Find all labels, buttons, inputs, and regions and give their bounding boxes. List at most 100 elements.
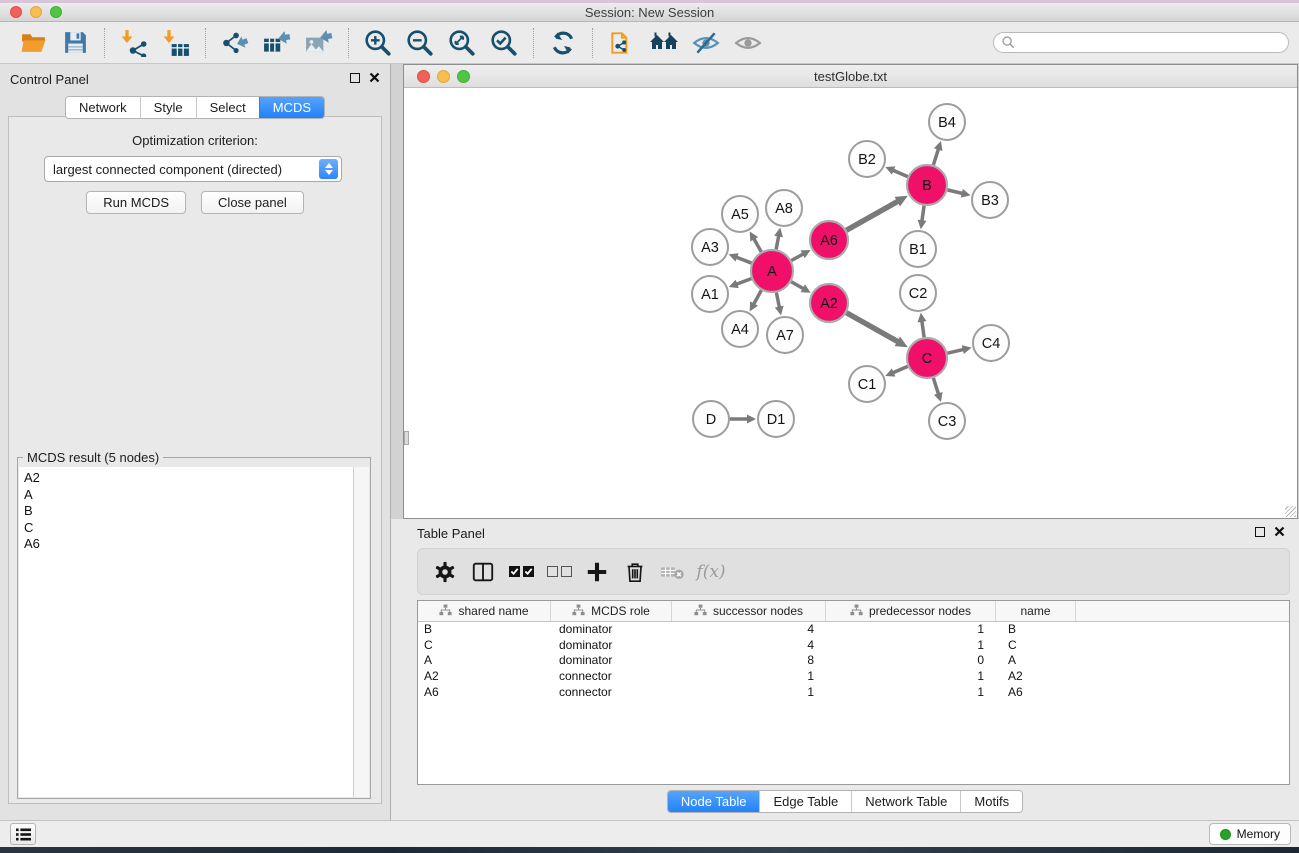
edge-C-C2[interactable] — [918, 313, 927, 323]
node-A7[interactable]: A7 — [767, 317, 803, 353]
node-B[interactable]: B — [907, 165, 947, 205]
cell-shared-name[interactable]: A — [418, 653, 551, 669]
node-A2[interactable]: A2 — [810, 284, 848, 322]
search-field[interactable] — [993, 32, 1289, 53]
import-network-icon[interactable] — [119, 28, 149, 58]
new-network-from-selection-icon[interactable] — [607, 28, 637, 58]
save-session-icon[interactable] — [60, 28, 90, 58]
zoom-selected-icon[interactable] — [489, 28, 519, 58]
mcds-result-list[interactable]: A2ABCA6 — [19, 467, 354, 797]
network-canvas[interactable]: AA1A2A3A4A5A6A7A8BB1B2B3B4CC1C2C3C4DD1 — [404, 89, 1297, 518]
column-header-MCDS-role[interactable]: MCDS role — [551, 601, 672, 621]
home-icon[interactable] — [649, 28, 679, 58]
cell-MCDS-role[interactable]: dominator — [551, 622, 672, 638]
edge-A-A7[interactable] — [775, 306, 784, 316]
zoom-in-icon[interactable] — [363, 28, 393, 58]
mcds-result-item[interactable]: A6 — [24, 536, 353, 553]
cell-MCDS-role[interactable]: dominator — [551, 653, 672, 669]
node-A[interactable]: A — [751, 250, 793, 292]
maximize-window-button[interactable] — [50, 6, 62, 18]
network-window[interactable]: testGlobe.txt AA1A2A3A4A5A6A7A8BB1B2B3B4… — [403, 64, 1298, 519]
node-C3[interactable]: C3 — [929, 403, 965, 439]
delete-column-trash-icon[interactable] — [620, 557, 650, 587]
split-columns-icon[interactable] — [468, 557, 498, 587]
tab-style[interactable]: Style — [140, 97, 196, 118]
edge-D-D1[interactable] — [747, 415, 756, 424]
cell-shared-name[interactable]: A2 — [418, 669, 551, 685]
node-B3[interactable]: B3 — [972, 182, 1008, 218]
node-C2[interactable]: C2 — [900, 275, 936, 311]
memory-button[interactable]: Memory — [1209, 823, 1291, 845]
float-table-panel-icon[interactable] — [1255, 527, 1265, 537]
minimize-window-button[interactable] — [30, 6, 42, 18]
table-row[interactable]: Bdominator41B — [418, 622, 1289, 638]
cell-shared-name[interactable]: B — [418, 622, 551, 638]
close-panel-icon[interactable] — [369, 72, 380, 83]
task-history-button[interactable] — [10, 823, 36, 845]
cell-successor-nodes[interactable]: 4 — [672, 622, 826, 638]
node-B2[interactable]: B2 — [849, 141, 885, 177]
mcds-result-item[interactable]: C — [24, 520, 353, 537]
table-row[interactable]: Adominator80A — [418, 653, 1289, 669]
node-A1[interactable]: A1 — [692, 276, 728, 312]
export-table-icon[interactable] — [262, 28, 292, 58]
close-table-panel-icon[interactable] — [1274, 526, 1285, 537]
edge-A-A8[interactable] — [774, 228, 783, 238]
select-all-checkboxes-icon[interactable] — [506, 557, 536, 587]
column-header-shared-name[interactable]: shared name — [418, 601, 551, 621]
cell-predecessor-nodes[interactable]: 1 — [826, 622, 996, 638]
table-row[interactable]: A6connector11A6 — [418, 685, 1289, 701]
search-input[interactable] — [1016, 36, 1288, 50]
function-builder-icon[interactable]: f(x) — [696, 557, 726, 587]
import-table-icon[interactable] — [161, 28, 191, 58]
node-A4[interactable]: A4 — [722, 311, 758, 347]
cell-successor-nodes[interactable]: 1 — [672, 685, 826, 701]
hide-selection-eye-icon[interactable] — [691, 28, 721, 58]
tab-motifs[interactable]: Motifs — [960, 791, 1022, 812]
cell-name[interactable]: A6 — [996, 685, 1076, 701]
delete-table-icon[interactable] — [658, 557, 688, 587]
tab-select[interactable]: Select — [196, 97, 259, 118]
export-image-icon[interactable] — [304, 28, 334, 58]
column-header-name[interactable]: name — [996, 601, 1076, 621]
column-header-predecessor-nodes[interactable]: predecessor nodes — [826, 601, 996, 621]
float-panel-icon[interactable] — [350, 73, 360, 83]
node-D1[interactable]: D1 — [758, 401, 794, 437]
tab-edge-table[interactable]: Edge Table — [759, 791, 851, 812]
node-C[interactable]: C — [907, 338, 947, 378]
titlebar[interactable]: Session: New Session — [0, 3, 1299, 22]
table-row[interactable]: Cdominator41C — [418, 638, 1289, 654]
node-table[interactable]: shared nameMCDS rolesuccessor nodesprede… — [417, 600, 1290, 785]
cell-predecessor-nodes[interactable]: 1 — [826, 685, 996, 701]
cell-MCDS-role[interactable]: dominator — [551, 638, 672, 654]
network-maximize-button[interactable] — [457, 70, 470, 83]
refresh-icon[interactable] — [548, 28, 578, 58]
node-B4[interactable]: B4 — [929, 104, 965, 140]
network-window-titlebar[interactable]: testGlobe.txt — [404, 65, 1297, 88]
cell-name[interactable]: A2 — [996, 669, 1076, 685]
cell-shared-name[interactable]: A6 — [418, 685, 551, 701]
node-A6[interactable]: A6 — [810, 221, 848, 259]
tab-node-table[interactable]: Node Table — [668, 791, 760, 812]
tab-network[interactable]: Network — [66, 97, 140, 118]
zoom-fit-icon[interactable] — [447, 28, 477, 58]
edge-B-B3[interactable] — [961, 189, 971, 198]
cell-successor-nodes[interactable]: 4 — [672, 638, 826, 654]
gear-icon[interactable] — [430, 557, 460, 587]
node-C4[interactable]: C4 — [973, 325, 1009, 361]
cell-predecessor-nodes[interactable]: 1 — [826, 638, 996, 654]
show-all-eye-icon[interactable] — [733, 28, 763, 58]
edge-B-B1[interactable] — [918, 220, 927, 230]
cell-successor-nodes[interactable]: 1 — [672, 669, 826, 685]
mcds-result-item[interactable]: A2 — [24, 470, 353, 487]
close-panel-button[interactable]: Close panel — [201, 191, 304, 214]
cell-predecessor-nodes[interactable]: 0 — [826, 653, 996, 669]
criterion-dropdown[interactable]: largest connected component (directed) — [44, 156, 342, 182]
cell-predecessor-nodes[interactable]: 1 — [826, 669, 996, 685]
cell-shared-name[interactable]: C — [418, 638, 551, 654]
zoom-out-icon[interactable] — [405, 28, 435, 58]
panel-divider-grip[interactable] — [404, 431, 409, 445]
mcds-result-item[interactable]: A — [24, 487, 353, 504]
tab-network-table[interactable]: Network Table — [851, 791, 960, 812]
column-header-successor-nodes[interactable]: successor nodes — [672, 601, 826, 621]
